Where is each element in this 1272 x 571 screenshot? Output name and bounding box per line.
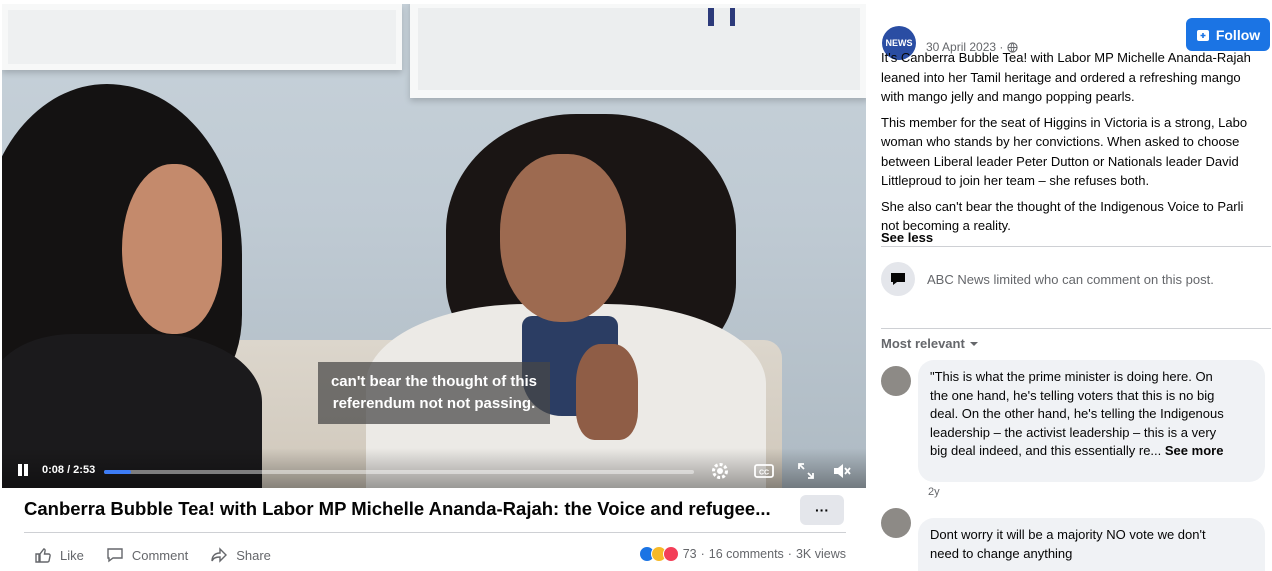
comment-line: "This is what the prime minister is doin… xyxy=(930,369,1213,384)
video-controls: 0:08 / 2:53 CC xyxy=(2,448,866,488)
person-left-face xyxy=(122,164,222,334)
love-reaction-icon xyxy=(662,546,679,562)
body-line: It's Canberra Bubble Tea! with Labor MP … xyxy=(881,50,1251,65)
body-line: Littleproud to join her team – she refus… xyxy=(881,173,1150,188)
paragraph-3: She also can't bear the thought of the I… xyxy=(881,197,1272,236)
settings-gear-icon[interactable] xyxy=(710,461,730,481)
reaction-icons[interactable] xyxy=(638,546,679,562)
pause-icon[interactable] xyxy=(16,464,30,478)
share-button[interactable]: Share xyxy=(210,546,271,564)
wall-art-left xyxy=(2,4,402,70)
stats-separator: · xyxy=(700,547,705,561)
paragraph-1: It's Canberra Bubble Tea! with Labor MP … xyxy=(881,48,1272,107)
sort-label: Most relevant xyxy=(881,336,965,351)
fullscreen-icon[interactable] xyxy=(796,461,816,481)
page: can't bear the thought of this referendu… xyxy=(0,0,1272,571)
comment-line: deal. On the other hand, he's telling th… xyxy=(930,406,1224,421)
body-line: between Liberal leader Peter Dutton or N… xyxy=(881,153,1239,169)
post-body: It's Canberra Bubble Tea! with Labor MP … xyxy=(881,48,1272,236)
share-arrow-icon xyxy=(211,547,228,563)
comment-line: the one hand, he's telling voters that t… xyxy=(930,387,1215,403)
volume-muted-icon[interactable] xyxy=(832,461,852,481)
post-actions: Like Comment Share xyxy=(34,546,271,564)
comment-restriction-notice: ABC News limited who can comment on this… xyxy=(881,262,1214,296)
see-more-link[interactable]: See more xyxy=(1165,443,1224,458)
post-stats: 73 · 16 comments · 3K views xyxy=(638,546,846,562)
commenter-avatar[interactable] xyxy=(881,366,911,396)
post-title: Canberra Bubble Tea! with Labor MP Miche… xyxy=(24,498,771,519)
comment-label: Comment xyxy=(131,547,189,563)
comment-time[interactable]: 2y xyxy=(928,486,940,498)
body-line: with mango jelly and mango popping pearl… xyxy=(881,89,1135,104)
person-right-hands xyxy=(576,344,638,440)
chat-bubble-icon xyxy=(881,262,915,296)
follow-page-icon xyxy=(1196,29,1209,41)
video-player[interactable]: can't bear the thought of this referendu… xyxy=(2,4,866,488)
divider xyxy=(881,328,1271,329)
follow-button[interactable]: Follow xyxy=(1186,18,1270,51)
more-options-button[interactable]: ··· xyxy=(800,495,844,525)
svg-text:CC: CC xyxy=(759,470,769,477)
follow-label: Follow xyxy=(1215,26,1261,43)
comment-notice-text: ABC News limited who can comment on this… xyxy=(927,271,1214,287)
progress-bar[interactable] xyxy=(104,470,694,474)
divider xyxy=(881,246,1271,247)
body-line: woman who stands by her convictions. Whe… xyxy=(881,134,1240,149)
body-line: This member for the seat of Higgins in V… xyxy=(881,114,1248,130)
wall-art-right xyxy=(410,4,866,98)
caret-down-icon xyxy=(969,341,978,346)
comment-bubble: "This is what the prime minister is doin… xyxy=(918,360,1265,482)
comment-line: need to change anything xyxy=(930,545,1073,561)
commenter-avatar[interactable] xyxy=(881,508,911,538)
subtitle-line-2: referendum not not passing. xyxy=(332,395,536,412)
comment-icon xyxy=(107,548,123,563)
comment-line: big deal indeed, and this essentially re… xyxy=(930,442,1253,461)
subtitle-line-1: can't bear the thought of this xyxy=(330,373,538,390)
comment-line: leadership – the activist leadership – t… xyxy=(930,424,1217,440)
body-line: leaned into her Tamil heritage and order… xyxy=(881,69,1241,85)
video-time: 0:08 / 2:53 xyxy=(42,464,96,476)
comment-button[interactable]: Comment xyxy=(106,546,188,564)
comment-bubble: Dont worry it will be a majority NO vote… xyxy=(918,518,1265,571)
reaction-count[interactable]: 73 xyxy=(683,547,697,561)
body-line: She also can't bear the thought of the I… xyxy=(881,198,1244,214)
comment-sort-dropdown[interactable]: Most relevant xyxy=(881,336,979,351)
stats-separator: · xyxy=(787,547,792,561)
comment-line-text: big deal indeed, and this essentially re… xyxy=(930,443,1162,458)
like-label: Like xyxy=(60,547,84,563)
comment-line: Dont worry it will be a majority NO vote… xyxy=(930,527,1206,542)
share-label: Share xyxy=(236,547,271,563)
thumbs-up-icon xyxy=(35,548,51,563)
paragraph-2: This member for the seat of Higgins in V… xyxy=(881,113,1272,191)
comments-count[interactable]: 16 comments xyxy=(709,547,784,561)
like-button[interactable]: Like xyxy=(34,546,84,564)
body-line: not becoming a reality. xyxy=(881,218,1011,233)
post-sidebar: NEWS 30 April 2023 · Follow It's Canberr… xyxy=(866,0,1272,571)
progress-fill xyxy=(104,470,132,474)
divider xyxy=(24,532,846,533)
see-less-link[interactable]: See less xyxy=(881,230,933,245)
person-right-face xyxy=(500,154,626,322)
video-subtitle: can't bear the thought of this referendu… xyxy=(318,362,550,424)
closed-captions-icon[interactable]: CC xyxy=(754,461,774,481)
views-count: 3K views xyxy=(795,547,846,561)
